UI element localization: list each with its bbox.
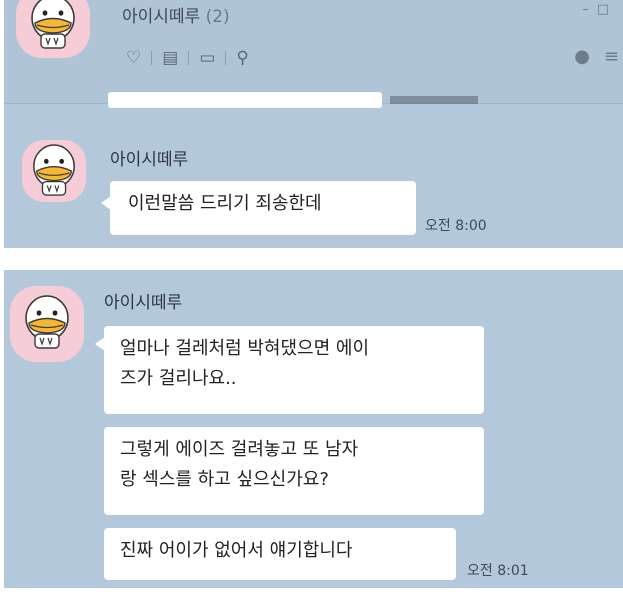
duck-avatar-icon — [27, 0, 79, 52]
menu-icon[interactable]: ≡ — [604, 46, 619, 67]
divider — [151, 51, 153, 65]
message-line: 얼마나 걸레처럼 박혀댔으면 에이 — [120, 338, 370, 359]
header-right-buttons: ● ≡ — [574, 46, 619, 67]
sender-avatar[interactable] — [22, 140, 86, 202]
chat-room-avatar[interactable] — [16, 0, 90, 58]
sender-name: 아이시떼루 — [104, 293, 183, 313]
member-count: (2) — [205, 7, 230, 27]
message-time: 오전 8:01 — [467, 563, 529, 579]
message-line: 즈가 걸리나요.. — [120, 368, 237, 389]
maximize-icon[interactable]: □ — [597, 2, 617, 17]
album-icon[interactable]: ▭ — [199, 48, 215, 68]
message-bubble[interactable]: 이런말씀 드리기 죄송한데 — [110, 181, 416, 235]
message-line: 진짜 어이가 없어서 얘기합니다 — [120, 540, 353, 561]
duck-avatar-icon — [21, 294, 73, 352]
search-icon[interactable]: ⚲ — [236, 48, 248, 68]
window-controls[interactable]: –□ — [582, 2, 617, 17]
sender-name: 아이시떼루 — [110, 150, 189, 170]
minimize-icon[interactable]: – — [582, 2, 597, 17]
chat-header: 아이시떼루 (2) –□ ♡ ▤ ▭ ⚲ ● ≡ — [4, 0, 623, 104]
message-bubble[interactable]: 얼마나 걸레처럼 박혀댔으면 에이 즈가 걸리나요.. — [104, 326, 484, 414]
message-text: 이런말씀 드리기 죄송한데 — [128, 193, 322, 214]
chat-title: 아이시떼루 (2) — [122, 2, 230, 27]
divider — [188, 51, 190, 65]
bell-icon[interactable]: ● — [574, 46, 590, 67]
message-bubble[interactable]: 진짜 어이가 없어서 얘기합니다 — [104, 528, 456, 580]
chat-window-top: 아이시떼루 (2) –□ ♡ ▤ ▭ ⚲ ● ≡ 아이시떼루 이런말씀 드리기 … — [4, 0, 623, 248]
notes-icon[interactable]: ▤ — [162, 48, 178, 68]
chat-title-text: 아이시떼루 — [122, 7, 201, 27]
chat-window-bottom: 아이시떼루 얼마나 걸레처럼 박혀댔으면 에이 즈가 걸리나요.. 그렇게 에이… — [4, 270, 623, 588]
message-bubble[interactable]: 그렇게 에이즈 걸려놓고 또 남자 랑 섹스를 하고 싶으신가요? — [104, 427, 484, 515]
message-line: 그렇게 에이즈 걸려놓고 또 남자 — [120, 439, 359, 460]
header-toolbar: ♡ ▤ ▭ ⚲ — [126, 48, 249, 68]
sender-avatar[interactable] — [10, 286, 84, 362]
message-line: 랑 섹스를 하고 싶으신가요? — [120, 469, 329, 490]
previous-message-bubble — [108, 92, 382, 108]
message-time: 오전 8:00 — [425, 218, 487, 234]
previous-message-time — [390, 96, 478, 104]
divider — [225, 51, 227, 65]
heart-icon[interactable]: ♡ — [126, 48, 141, 68]
duck-avatar-icon — [29, 143, 79, 199]
